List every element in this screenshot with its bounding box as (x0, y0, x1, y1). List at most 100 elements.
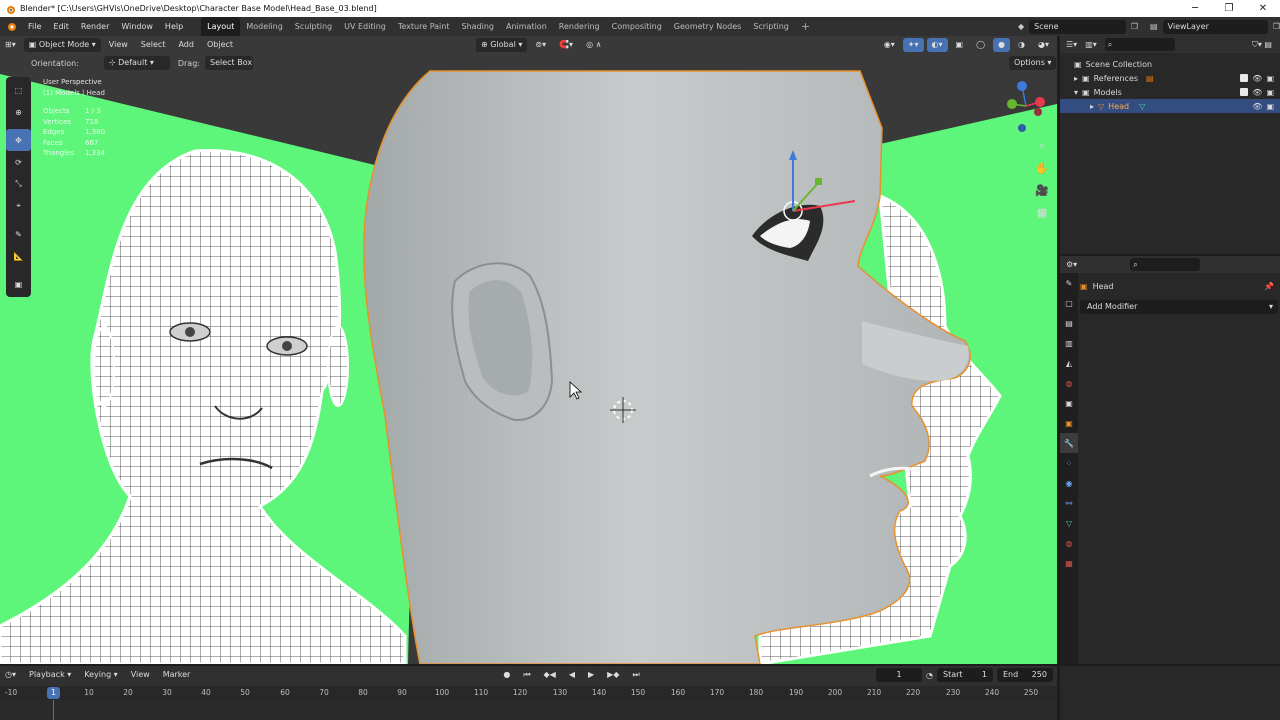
camera-icon[interactable]: ▣ (1266, 88, 1274, 97)
outliner-item-references[interactable]: ▸ ▣ References ▤ 👁 ▣ (1060, 71, 1280, 85)
scale-icon[interactable]: ⤡ (6, 173, 31, 195)
texture-tab-icon[interactable]: ▦ (1060, 553, 1078, 573)
tab-modeling[interactable]: Modeling (240, 17, 288, 36)
navigation-gizmo[interactable] (1000, 78, 1052, 138)
timeline-track-area[interactable] (0, 700, 1057, 720)
end-frame-field[interactable]: End 250 (997, 668, 1053, 682)
visibility-icon[interactable]: ◉▾ (879, 38, 900, 52)
drag-dropdown[interactable]: Select Box (204, 56, 253, 70)
tab-geometry-nodes[interactable]: Geometry Nodes (668, 17, 747, 36)
menu-render[interactable]: Render (75, 17, 115, 36)
eye-icon[interactable]: 👁 (1252, 88, 1262, 97)
expand-arrow-icon[interactable]: ▸ (1074, 74, 1078, 83)
snap-icon[interactable]: 🧲▾ (554, 38, 578, 52)
annotate-icon[interactable]: ✎ (6, 223, 31, 245)
options-dropdown[interactable]: Options ▾ (1009, 56, 1057, 70)
measure-icon[interactable]: 📐 (6, 245, 31, 267)
shading-wire-icon[interactable]: ◯ (971, 38, 990, 52)
outliner-scene-collection[interactable]: ▣ Scene Collection (1060, 57, 1280, 71)
prev-key-icon[interactable]: ◆◀ (539, 668, 561, 682)
pan-hand-icon[interactable]: ✋ (1032, 158, 1052, 178)
timeline-ruler[interactable]: -10 1 10 20 30 40 50 60 70 80 90 100 110… (0, 686, 1057, 700)
tab-shading[interactable]: Shading (455, 17, 500, 36)
blender-menu-icon[interactable] (0, 17, 22, 36)
camera-icon[interactable]: ▣ (1266, 74, 1274, 83)
move-icon[interactable]: ✥ (6, 129, 31, 151)
menu-timeline-view[interactable]: View (126, 668, 155, 682)
constraints-tab-icon[interactable]: ⚯ (1060, 493, 1078, 513)
outliner-item-head[interactable]: ▸ ▽ Head ▽ 👁 ▣ (1060, 99, 1280, 113)
checkbox-icon[interactable] (1240, 87, 1249, 96)
current-frame-field[interactable]: 1 (876, 668, 923, 682)
xray-icon[interactable]: ▣ (951, 38, 969, 52)
tab-uv-editing[interactable]: UV Editing (338, 17, 392, 36)
outliner-display-icon[interactable]: ▥▾ (1085, 40, 1097, 49)
menu-edit[interactable]: Edit (47, 17, 75, 36)
zoom-icon[interactable]: ⌕ (1032, 136, 1052, 156)
particles-tab-icon[interactable]: ⁘ (1060, 453, 1078, 473)
play-reverse-icon[interactable]: ◀ (564, 668, 580, 682)
tab-animation[interactable]: Animation (500, 17, 553, 36)
orientation-dropdown[interactable]: ⊹ Default ▾ (103, 56, 170, 70)
menu-file[interactable]: File (22, 17, 47, 36)
add-workspace-button[interactable]: + (795, 20, 816, 33)
outliner-search-input[interactable]: ⌕ (1104, 38, 1175, 51)
eye-icon[interactable]: 👁 (1252, 102, 1262, 111)
start-frame-field[interactable]: Start 1 (937, 668, 993, 682)
scene-field[interactable]: Scene (1029, 19, 1126, 34)
render-tab-icon[interactable]: ▢ (1060, 293, 1078, 313)
view-layer-browse-icon[interactable]: ❐ (1273, 22, 1280, 31)
transform-orientation-dropdown[interactable]: ⊕ Global ▾ (476, 37, 528, 52)
editor-type-icon[interactable]: ⊞▾ (0, 38, 21, 52)
menu-select[interactable]: Select (136, 38, 171, 52)
view-layer-tab-icon[interactable]: ▥ (1060, 333, 1078, 353)
tab-sculpting[interactable]: Sculpting (289, 17, 338, 36)
select-box-icon[interactable]: ⬚ (6, 79, 31, 101)
object-tab-icon[interactable]: ▣ (1060, 413, 1078, 433)
material-tab-icon[interactable]: ◍ (1060, 533, 1078, 553)
tab-layout[interactable]: Layout (201, 17, 241, 36)
3d-viewport[interactable]: ⊞▾ ▣ Object Mode ▾ View Select Add Objec… (0, 36, 1057, 664)
collection-tab-icon[interactable]: ▣ (1060, 393, 1078, 413)
menu-object[interactable]: Object (202, 38, 238, 52)
scene-tab-icon[interactable]: ◭ (1060, 353, 1078, 373)
jump-end-icon[interactable]: ⏭ (627, 668, 644, 682)
minimize-button[interactable]: ─ (1178, 0, 1212, 17)
mode-dropdown[interactable]: ▣ Object Mode ▾ (23, 37, 101, 52)
rotate-icon[interactable]: ⟳ (6, 151, 31, 173)
view-layer-field[interactable]: ViewLayer (1162, 19, 1268, 34)
outliner-editor-icon[interactable]: ☰▾ (1066, 40, 1077, 49)
timeline-editor-icon[interactable]: ◷▾ (0, 668, 21, 682)
expand-arrow-icon[interactable]: ▾ (1074, 88, 1078, 97)
tab-rendering[interactable]: Rendering (553, 17, 606, 36)
overlay-toggle-icon[interactable]: ◐▾ (926, 37, 948, 52)
clock-icon[interactable]: ◔ (926, 671, 933, 680)
tool-tab-icon[interactable]: ✎ (1060, 273, 1078, 293)
camera-view-icon[interactable]: 🎥 (1032, 180, 1052, 200)
menu-playback[interactable]: Playback ▾ (24, 668, 76, 682)
shading-solid-icon[interactable]: ● (993, 37, 1011, 52)
shading-rendered-icon[interactable]: ◕▾ (1033, 38, 1054, 52)
menu-add[interactable]: Add (173, 38, 199, 52)
checkbox-icon[interactable] (1240, 73, 1249, 82)
world-tab-icon[interactable]: ◍ (1060, 373, 1078, 393)
modifier-tab-icon[interactable]: 🔧 (1060, 433, 1078, 453)
tab-compositing[interactable]: Compositing (606, 17, 668, 36)
pivot-icon[interactable]: ⊚▾ (530, 38, 551, 52)
properties-search-input[interactable]: ⌕ (1130, 258, 1201, 271)
camera-icon[interactable]: ▣ (1266, 102, 1274, 111)
physics-tab-icon[interactable]: ◉ (1060, 473, 1078, 493)
expand-arrow-icon[interactable]: ▸ (1090, 102, 1094, 111)
transform-icon[interactable]: ⌖ (6, 195, 31, 217)
proportional-edit-icon[interactable]: ◎ ∧ (581, 38, 606, 52)
menu-view[interactable]: View (104, 38, 133, 52)
eye-icon[interactable]: 👁 (1252, 74, 1262, 83)
tab-scripting[interactable]: Scripting (747, 17, 795, 36)
scene-browse-icon[interactable]: ❐ (1131, 22, 1138, 31)
menu-window[interactable]: Window (115, 17, 159, 36)
shading-material-icon[interactable]: ◑ (1013, 38, 1030, 52)
add-cube-icon[interactable]: ▣ (6, 273, 31, 295)
data-tab-icon[interactable]: ▽ (1060, 513, 1078, 533)
gizmo-toggle-icon[interactable]: ✦▾ (902, 37, 924, 52)
output-tab-icon[interactable]: ▤ (1060, 313, 1078, 333)
